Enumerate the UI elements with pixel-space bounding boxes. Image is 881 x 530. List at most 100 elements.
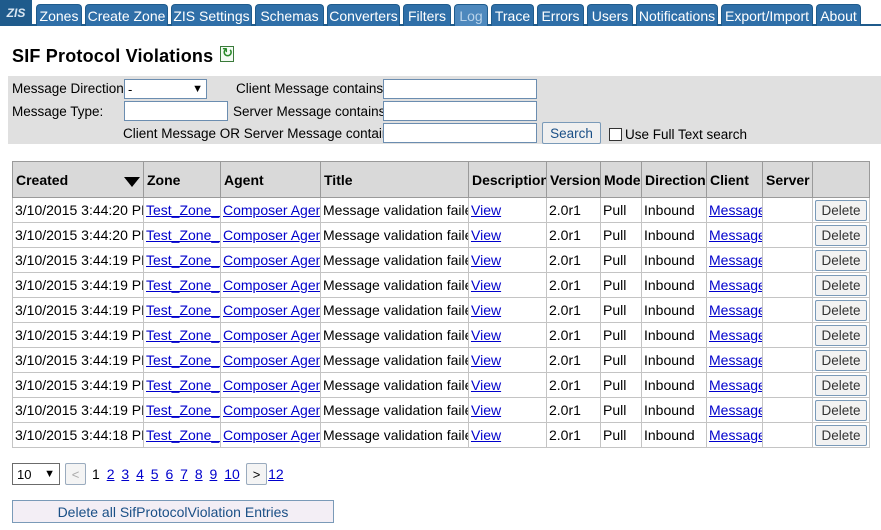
search-button[interactable]: Search bbox=[542, 122, 601, 144]
view-link[interactable]: View bbox=[471, 227, 501, 243]
agent-link[interactable]: Composer Agent bbox=[223, 277, 320, 293]
prev-page-button[interactable]: < bbox=[65, 463, 86, 485]
zone-link[interactable]: Test_Zone_1 bbox=[146, 302, 220, 318]
col-zone[interactable]: Zone bbox=[143, 161, 221, 198]
agent-link[interactable]: Composer Agent bbox=[223, 352, 320, 368]
agent-link[interactable]: Composer Agent bbox=[223, 227, 320, 243]
page-link[interactable]: 7 bbox=[180, 466, 188, 482]
col-mode[interactable]: Mode bbox=[600, 161, 642, 198]
page-link[interactable]: 3 bbox=[121, 466, 129, 482]
client-message-link[interactable]: Message bbox=[709, 277, 762, 293]
delete-button[interactable]: Delete bbox=[815, 274, 867, 296]
type-input[interactable] bbox=[124, 101, 228, 121]
tab-create-zone[interactable]: Create Zone bbox=[85, 4, 168, 26]
page-link[interactable]: 2 bbox=[107, 466, 115, 482]
sort-desc-icon[interactable] bbox=[124, 176, 140, 187]
view-link[interactable]: View bbox=[471, 402, 501, 418]
view-link[interactable]: View bbox=[471, 302, 501, 318]
client-message-link[interactable]: Message bbox=[709, 427, 762, 443]
delete-all-button[interactable]: Delete all SifProtocolViolation Entries bbox=[12, 500, 334, 523]
page-link[interactable]: 10 bbox=[224, 466, 240, 482]
zone-link[interactable]: Test_Zone_1 bbox=[146, 227, 220, 243]
created-cell: 3/10/2015 3:44:19 PM bbox=[15, 377, 144, 393]
view-link[interactable]: View bbox=[471, 202, 501, 218]
client-message-link[interactable]: Message bbox=[709, 377, 762, 393]
tab-zones[interactable]: Zones bbox=[36, 4, 82, 26]
tab-trace[interactable]: Trace bbox=[491, 4, 534, 26]
client-message-link[interactable]: Message bbox=[709, 402, 762, 418]
page-link[interactable]: 5 bbox=[151, 466, 159, 482]
zone-link[interactable]: Test_Zone_1 bbox=[146, 352, 220, 368]
tab-users[interactable]: Users bbox=[587, 4, 633, 26]
delete-button[interactable]: Delete bbox=[815, 249, 867, 271]
tab-log[interactable]: Log bbox=[454, 4, 488, 26]
zone-link[interactable]: Test_Zone_1 bbox=[146, 252, 220, 268]
agent-link[interactable]: Composer Agent bbox=[223, 377, 320, 393]
zone-link[interactable]: Test_Zone_1 bbox=[146, 202, 220, 218]
zone-link[interactable]: Test_Zone_1 bbox=[146, 377, 220, 393]
agent-link[interactable]: Composer Agent bbox=[223, 302, 320, 318]
direction-select[interactable]: - ▼ bbox=[124, 79, 207, 99]
agent-link[interactable]: Composer Agent bbox=[223, 252, 320, 268]
delete-button[interactable]: Delete bbox=[815, 399, 867, 421]
col-version[interactable]: Version bbox=[546, 161, 601, 198]
col-agent[interactable]: Agent bbox=[220, 161, 321, 198]
col-client[interactable]: Client bbox=[706, 161, 763, 198]
view-link[interactable]: View bbox=[471, 327, 501, 343]
delete-button[interactable]: Delete bbox=[815, 224, 867, 246]
tab-converters[interactable]: Converters bbox=[327, 4, 400, 26]
title-cell: Message validation failed bbox=[323, 202, 469, 218]
client-message-link[interactable]: Message bbox=[709, 202, 762, 218]
col-description[interactable]: Description bbox=[468, 161, 547, 198]
next-page-button[interactable]: > bbox=[246, 463, 267, 485]
server-contains-input[interactable] bbox=[383, 101, 537, 121]
page-link[interactable]: 9 bbox=[210, 466, 218, 482]
delete-button[interactable]: Delete bbox=[815, 299, 867, 321]
delete-button[interactable]: Delete bbox=[815, 199, 867, 221]
tab-export-import[interactable]: Export/Import bbox=[721, 4, 813, 26]
tab-filters[interactable]: Filters bbox=[403, 4, 451, 26]
client-message-link[interactable]: Message bbox=[709, 252, 762, 268]
col-server[interactable]: Server bbox=[762, 161, 813, 198]
zone-link[interactable]: Test_Zone_1 bbox=[146, 427, 220, 443]
zone-link[interactable]: Test_Zone_1 bbox=[146, 277, 220, 293]
agent-link[interactable]: Composer Agent bbox=[223, 402, 320, 418]
tab-notifications[interactable]: Notifications bbox=[636, 4, 718, 26]
tab-zis-settings[interactable]: ZIS Settings bbox=[171, 4, 252, 26]
client-message-link[interactable]: Message bbox=[709, 352, 762, 368]
view-link[interactable]: View bbox=[471, 277, 501, 293]
delete-button[interactable]: Delete bbox=[815, 324, 867, 346]
agent-link[interactable]: Composer Agent bbox=[223, 427, 320, 443]
view-link[interactable]: View bbox=[471, 252, 501, 268]
page-size-select[interactable]: 10 ▼ bbox=[12, 463, 60, 485]
client-contains-input[interactable] bbox=[383, 79, 537, 99]
tab-about[interactable]: About bbox=[816, 4, 861, 26]
agent-link[interactable]: Composer Agent bbox=[223, 202, 320, 218]
tab-schemas[interactable]: Schemas bbox=[255, 4, 324, 26]
client-message-link[interactable]: Message bbox=[709, 327, 762, 343]
agent-link[interactable]: Composer Agent bbox=[223, 327, 320, 343]
client-message-link[interactable]: Message bbox=[709, 302, 762, 318]
delete-button[interactable]: Delete bbox=[815, 374, 867, 396]
delete-button[interactable]: Delete bbox=[815, 349, 867, 371]
delete-button[interactable]: Delete bbox=[815, 424, 867, 446]
refresh-icon[interactable] bbox=[220, 45, 234, 62]
page-link[interactable]: 6 bbox=[165, 466, 173, 482]
either-contains-input[interactable] bbox=[383, 123, 537, 143]
fulltext-checkbox[interactable] bbox=[609, 128, 622, 141]
version-cell: 2.0r1 bbox=[549, 352, 581, 368]
col-direction[interactable]: Direction bbox=[641, 161, 707, 198]
direction-col: Inbound bbox=[641, 372, 707, 398]
col-created[interactable]: Created bbox=[12, 161, 144, 198]
col-title[interactable]: Title bbox=[320, 161, 469, 198]
page-link[interactable]: 8 bbox=[195, 466, 203, 482]
zone-link[interactable]: Test_Zone_1 bbox=[146, 402, 220, 418]
view-link[interactable]: View bbox=[471, 427, 501, 443]
tab-errors[interactable]: Errors bbox=[537, 4, 584, 26]
page-link[interactable]: 12 bbox=[268, 466, 284, 482]
client-message-link[interactable]: Message bbox=[709, 227, 762, 243]
page-link[interactable]: 4 bbox=[136, 466, 144, 482]
zone-link[interactable]: Test_Zone_1 bbox=[146, 327, 220, 343]
view-link[interactable]: View bbox=[471, 377, 501, 393]
view-link[interactable]: View bbox=[471, 352, 501, 368]
